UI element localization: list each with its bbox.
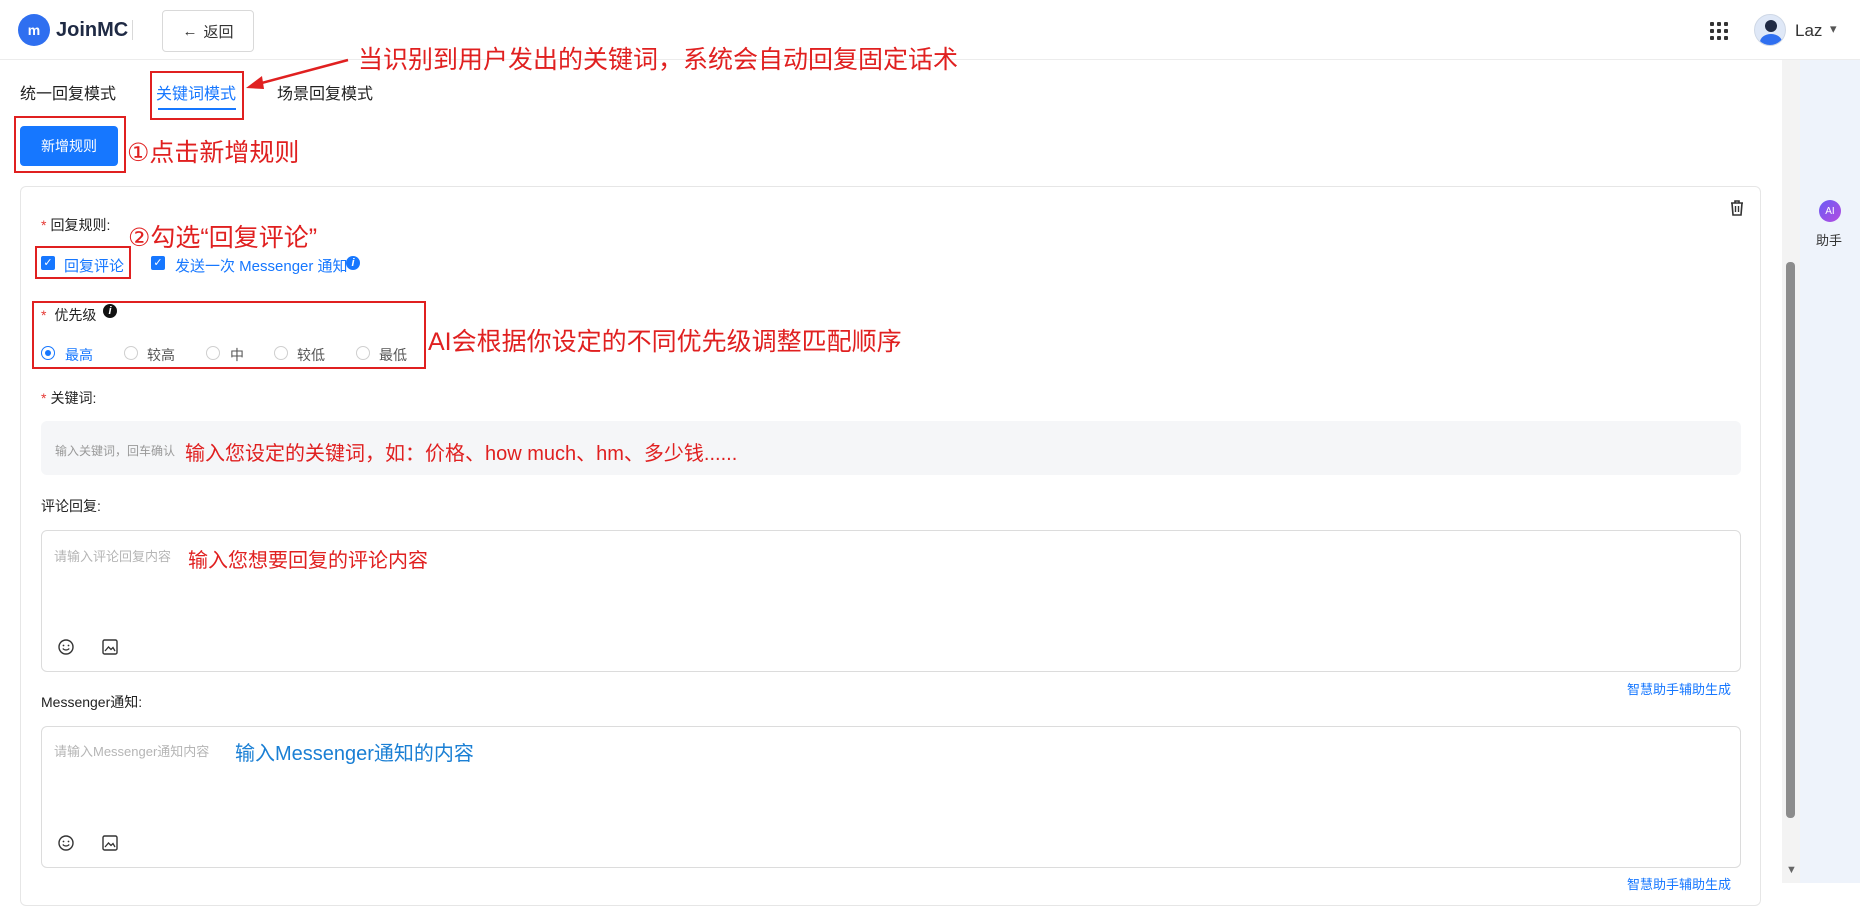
chevron-down-icon[interactable]: ▾ [1830, 21, 1837, 37]
annotation-keyword-note: 输入您设定的关键词，如：价格、how much、hm、多少钱...... [185, 443, 738, 465]
emoji-icon[interactable] [57, 834, 75, 852]
keyword-placeholder: 输入关键词，回车确认 [55, 444, 176, 458]
avatar[interactable] [1754, 14, 1786, 46]
app-logo[interactable]: m JoinMC [18, 14, 128, 46]
assistant-label[interactable]: 助手 [1816, 230, 1842, 249]
annotation-messenger-note: 输入Messenger通知的内容 [235, 743, 474, 765]
annotation-box-keyword-tab [150, 71, 244, 120]
emoji-icon[interactable] [57, 638, 75, 656]
keyword-label: * 关键词: [41, 390, 97, 406]
ai-assistant-icon[interactable]: AI [1819, 200, 1841, 222]
annotation-box-reply-comment [35, 246, 131, 279]
image-icon[interactable] [101, 834, 119, 852]
comment-reply-label: 评论回复: [41, 498, 101, 514]
annotation-step1: ①点击新增规则 [127, 139, 300, 167]
reply-rule-label: * 回复规则: [41, 217, 111, 233]
annotation-priority-note: AI会根据你设定的不同优先级调整匹配顺序 [428, 328, 902, 356]
scrollbar-thumb[interactable] [1786, 262, 1795, 818]
annotation-arrow [246, 58, 349, 89]
messenger-label: Messenger通知: [41, 694, 143, 710]
comment-reply-placeholder: 请输入评论回复内容 [54, 549, 172, 564]
info-icon[interactable]: i [346, 256, 360, 270]
messenger-notify-checkbox[interactable]: ✓ [151, 256, 165, 270]
messenger-placeholder: 请输入Messenger通知内容 [54, 744, 210, 759]
annotation-comment-note: 输入您想要回复的评论内容 [188, 550, 428, 572]
assistant-sidebar [1800, 60, 1860, 883]
back-button-label: 返回 [203, 23, 234, 41]
image-icon[interactable] [101, 638, 119, 656]
tab-unified-reply[interactable]: 统一回复模式 [20, 80, 116, 104]
ai-generate-link[interactable]: 智慧助手辅助生成 [1627, 679, 1731, 698]
arrow-left-icon: ← [182, 22, 198, 40]
annotation-box-priority [32, 301, 426, 369]
apps-grid-icon[interactable] [1710, 22, 1728, 40]
user-name[interactable]: Laz [1795, 21, 1822, 41]
trash-icon[interactable] [1727, 198, 1747, 218]
annotation-step2: ②勾选“回复评论” [128, 224, 318, 252]
annotation-box-add-rule [14, 116, 126, 173]
logo-divider [132, 20, 133, 40]
logo-icon: m [18, 14, 50, 46]
annotation-mode-note: 当识别到用户发出的关键词，系统会自动回复固定话术 [358, 46, 959, 74]
messenger-notify-label[interactable]: 发送一次 Messenger 通知 [175, 255, 348, 276]
ai-generate-link[interactable]: 智慧助手辅助生成 [1627, 874, 1731, 893]
back-button[interactable]: ← 返回 [162, 10, 254, 52]
app-name: JoinMC [56, 18, 129, 41]
scroll-down-icon[interactable]: ▼ [1786, 864, 1797, 876]
